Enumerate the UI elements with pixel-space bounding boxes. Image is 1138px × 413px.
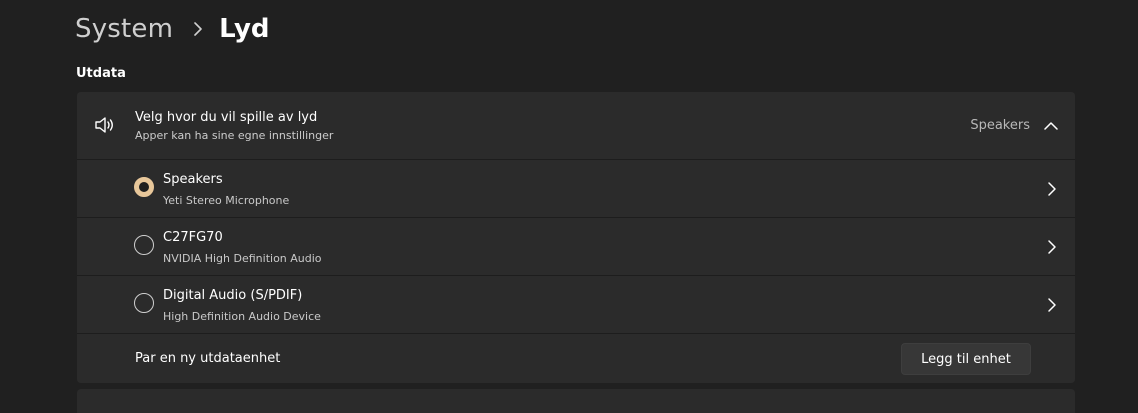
device-subtitle: NVIDIA High Definition Audio bbox=[163, 252, 322, 265]
device-radio-spdif[interactable] bbox=[134, 293, 154, 313]
speaker-icon bbox=[94, 115, 116, 135]
breadcrumb-system-link[interactable]: System bbox=[75, 14, 173, 44]
next-settings-card[interactable] bbox=[77, 389, 1075, 413]
add-device-button[interactable]: Legg til enhet bbox=[901, 343, 1031, 375]
sound-settings-page: System Lyd Utdata Velg hvor du vil spill… bbox=[0, 0, 1138, 413]
chevron-right-icon[interactable] bbox=[1046, 181, 1058, 197]
choose-output-subtitle: Apper kan ha sine egne innstillinger bbox=[135, 129, 334, 142]
selected-output-value: Speakers bbox=[970, 118, 1030, 133]
device-radio-speakers[interactable] bbox=[134, 177, 154, 197]
output-device-row-spdif[interactable]: Digital Audio (S/PDIF) High Definition A… bbox=[77, 276, 1075, 333]
pair-new-output-label: Par en ny utdataenhet bbox=[135, 351, 281, 366]
device-subtitle: High Definition Audio Device bbox=[163, 310, 321, 323]
chevron-right-icon[interactable] bbox=[1046, 297, 1058, 313]
device-name: Speakers bbox=[163, 172, 223, 187]
choose-output-header[interactable]: Velg hvor du vil spille av lyd Apper kan… bbox=[77, 92, 1075, 159]
pair-new-output-row: Par en ny utdataenhet Legg til enhet bbox=[77, 334, 1075, 383]
output-device-row-speakers[interactable]: Speakers Yeti Stereo Microphone bbox=[77, 160, 1075, 217]
breadcrumb-chevron-icon bbox=[183, 19, 213, 39]
section-title-output: Utdata bbox=[76, 66, 126, 81]
device-radio-c27fg70[interactable] bbox=[134, 235, 154, 255]
device-subtitle: Yeti Stereo Microphone bbox=[163, 194, 290, 207]
page-title: Lyd bbox=[219, 14, 270, 44]
output-device-row-c27fg70[interactable]: C27FG70 NVIDIA High Definition Audio bbox=[77, 218, 1075, 275]
device-name: C27FG70 bbox=[163, 230, 223, 245]
choose-output-title: Velg hvor du vil spille av lyd bbox=[135, 110, 318, 125]
chevron-right-icon[interactable] bbox=[1046, 239, 1058, 255]
output-device-card: Velg hvor du vil spille av lyd Apper kan… bbox=[77, 92, 1075, 383]
chevron-up-icon[interactable] bbox=[1043, 118, 1059, 132]
breadcrumb: System Lyd bbox=[75, 10, 270, 48]
device-name: Digital Audio (S/PDIF) bbox=[163, 288, 303, 303]
